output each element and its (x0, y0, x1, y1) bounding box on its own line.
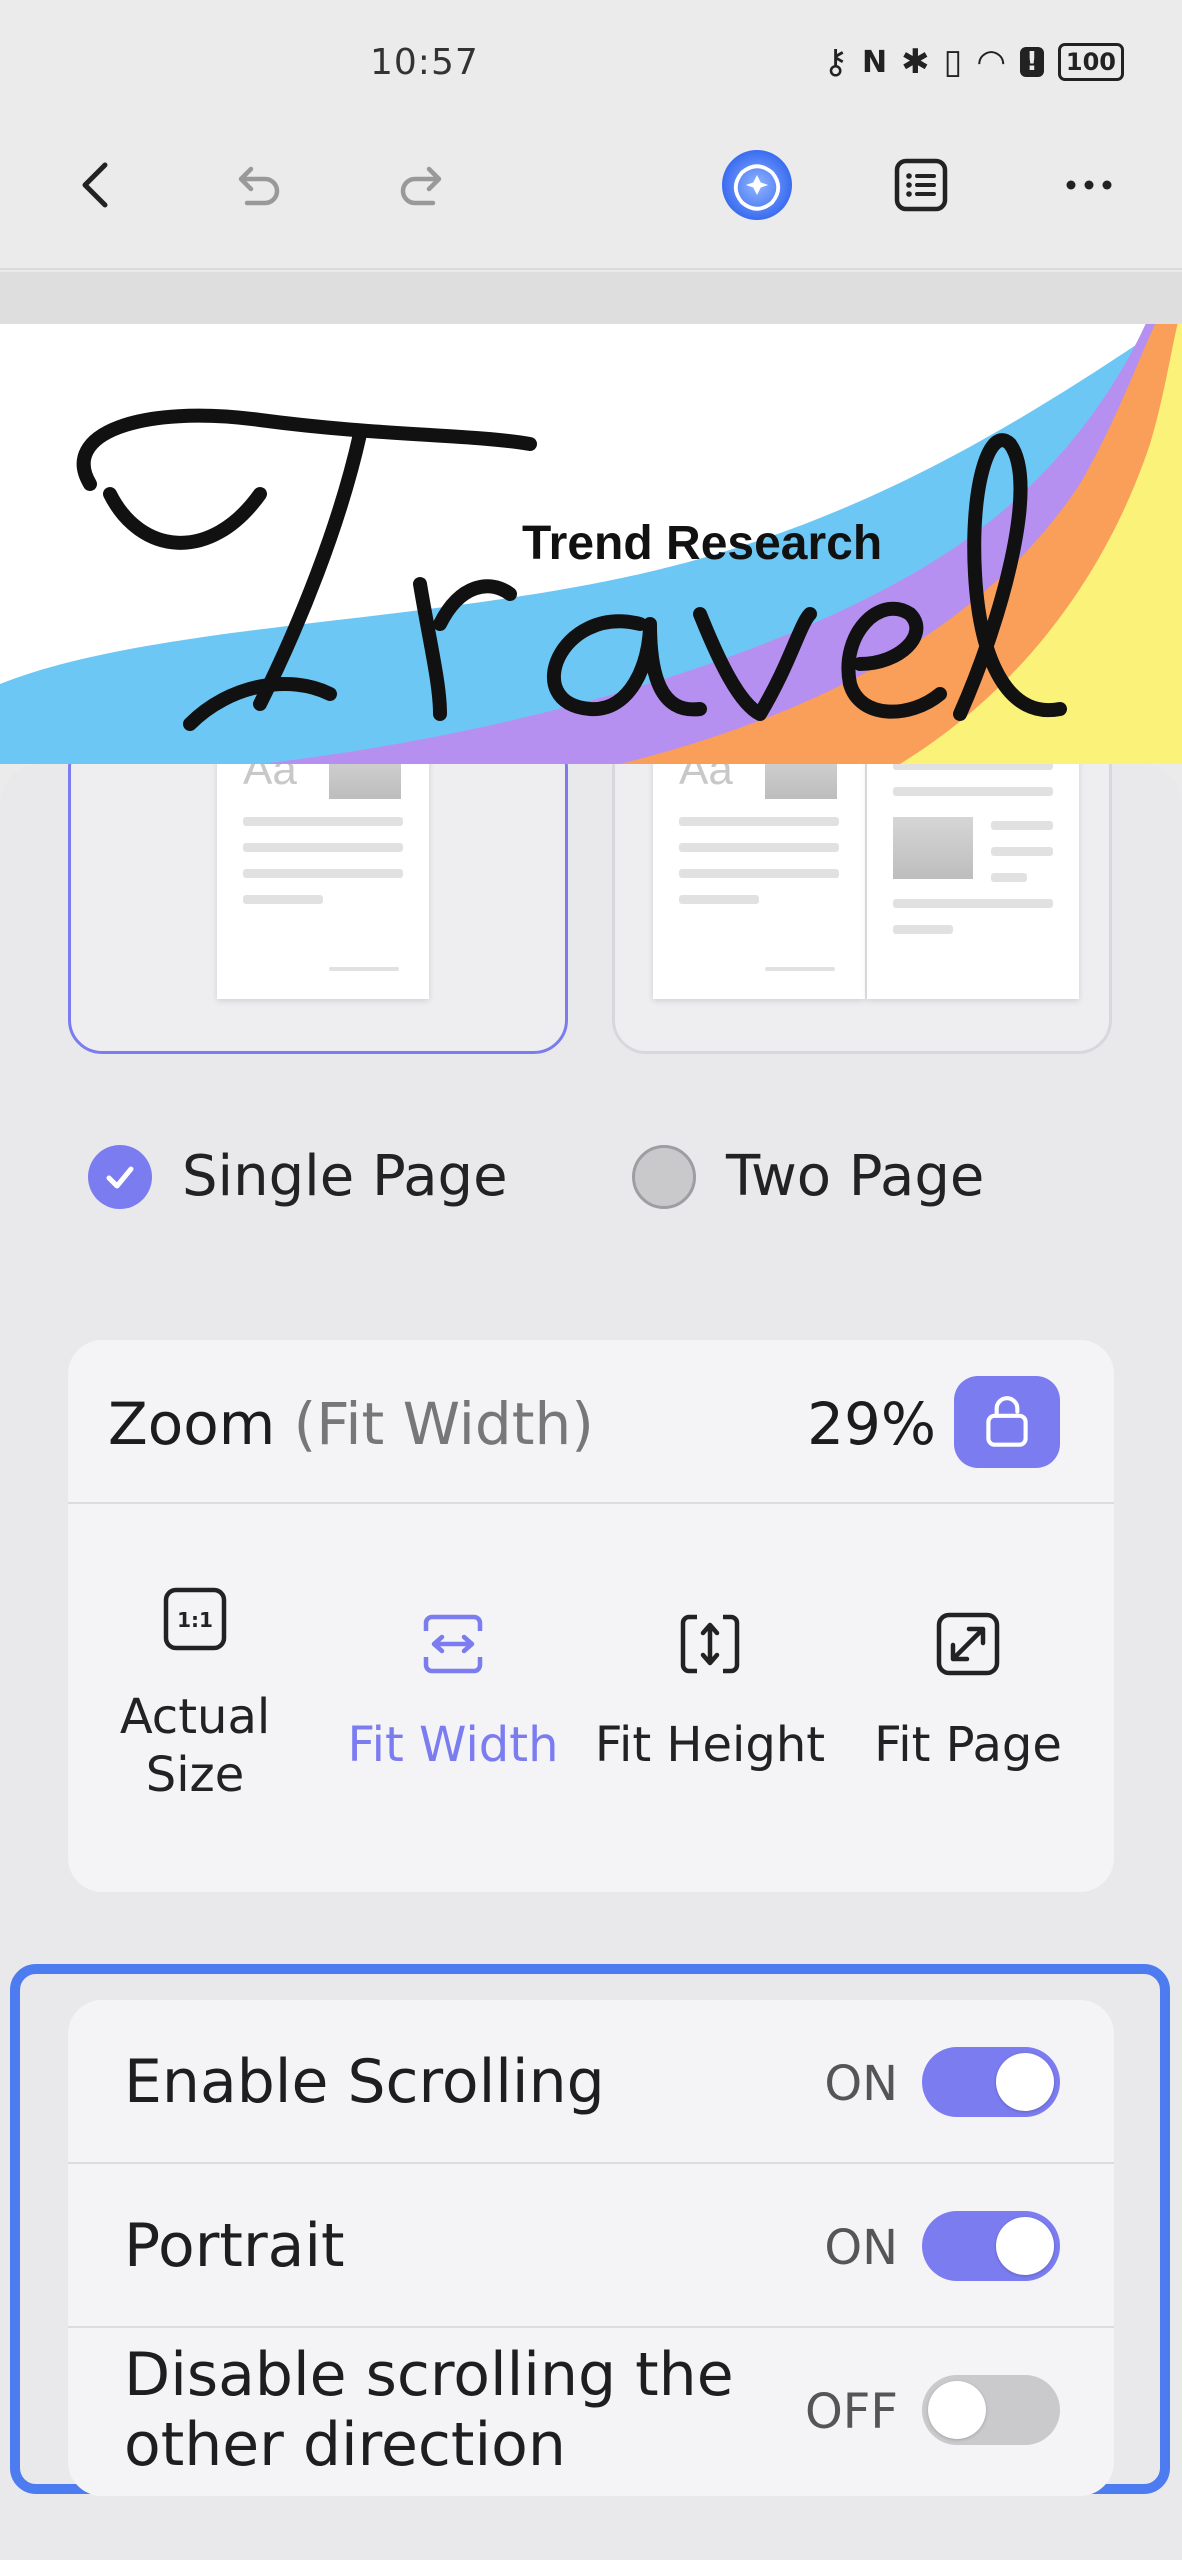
setting-portrait[interactable]: Portrait ON (68, 2164, 1114, 2328)
toggle-knob (928, 2381, 986, 2439)
disable-other-direction-state: OFF (805, 2384, 898, 2440)
toggle-knob (996, 2217, 1054, 2275)
zoom-title-label: Zoom (108, 1390, 276, 1458)
fit-page-label: Fit Page (874, 1717, 1062, 1773)
view-settings-sheet: Aa Aa Single Page Two Page Zoom (Fit Wid… (0, 764, 1182, 2560)
thumb-line (679, 895, 759, 904)
document-subtitle: Trend Research (522, 517, 883, 570)
two-page-label: Two Page (726, 1144, 985, 1209)
two-page-right-thumbnail (867, 764, 1079, 999)
thumb-aa-text: Aa (243, 764, 297, 794)
two-page-layout-card[interactable]: Aa (612, 764, 1112, 1054)
more-button[interactable] (1044, 140, 1134, 230)
wifi-icon: ◠ (976, 42, 1007, 82)
page-gap (0, 272, 1182, 324)
more-dots-icon (1066, 180, 1112, 190)
lock-icon (986, 1396, 1028, 1447)
thumb-line (893, 925, 953, 934)
single-page-label: Single Page (182, 1144, 508, 1209)
zoom-lock-button[interactable] (954, 1376, 1060, 1468)
setting-disable-other-direction[interactable]: Disable scrolling the other direction OF… (68, 2328, 1114, 2494)
fit-page-icon (936, 1612, 1000, 1676)
top-bar: 10:57 ⚷ N ✱ ▯ ◠ ! 100 (0, 0, 1182, 270)
single-page-option[interactable]: Single Page (88, 1144, 508, 1209)
thumb-image (329, 764, 401, 799)
zoom-header: Zoom (Fit Width) 29% (68, 1340, 1114, 1504)
two-page-option[interactable]: Two Page (632, 1144, 984, 1209)
thumb-line (991, 873, 1027, 882)
alert-icon: ! (1020, 47, 1044, 77)
thumb-line (679, 817, 839, 826)
thumb-aa-text: Aa (679, 764, 733, 794)
document-preview[interactable]: Trend Research (0, 324, 1182, 764)
zoom-percent: 29% (807, 1390, 936, 1458)
scroll-settings-card: Enable Scrolling ON Portrait ON Disable … (68, 2000, 1114, 2496)
radio-selected-icon[interactable] (88, 1144, 152, 1209)
bluetooth-icon: ✱ (901, 42, 930, 82)
zoom-options: 1:1 Actual Size Fit Width Fit Height Fit… (68, 1504, 1114, 1890)
thumb-line (679, 869, 839, 878)
zoom-card: Zoom (Fit Width) 29% 1:1 Actual Size Fit… (68, 1340, 1114, 1892)
ai-assistant-icon (722, 150, 792, 220)
thumb-line (243, 843, 403, 852)
undo-button[interactable] (212, 140, 302, 230)
actual-size-label: Actual Size (119, 1689, 271, 1803)
actual-size-icon: 1:1 (163, 1587, 227, 1651)
fit-height-icon (680, 1614, 740, 1674)
ai-assistant-button[interactable] (712, 140, 802, 230)
zoom-title: Zoom (Fit Width) (108, 1390, 594, 1458)
thumb-line (243, 869, 403, 878)
thumb-line (991, 847, 1053, 856)
fit-width-icon (423, 1614, 483, 1674)
chevron-left-icon (82, 162, 108, 208)
key-icon: ⚷ (823, 42, 849, 82)
enable-scrolling-label: Enable Scrolling (124, 2047, 605, 2117)
thumb-line (679, 843, 839, 852)
zoom-mode-label: (Fit Width) (293, 1390, 594, 1458)
thumb-line (991, 821, 1053, 830)
enable-scrolling-toggle[interactable] (922, 2047, 1060, 2117)
two-page-left-thumbnail: Aa (653, 764, 865, 999)
thumb-footer-line (765, 967, 835, 971)
toggle-knob (996, 2053, 1054, 2111)
thumb-line (243, 817, 403, 826)
outline-button[interactable] (876, 140, 966, 230)
nfc-icon: N (862, 44, 888, 80)
undo-icon (238, 166, 280, 206)
single-page-thumbnail: Aa (217, 764, 429, 999)
thumb-line (243, 895, 323, 904)
actual-size-glyph: 1:1 (177, 1608, 213, 1632)
thumb-footer-line (329, 967, 399, 971)
redo-button[interactable] (378, 140, 468, 230)
list-icon (894, 158, 948, 212)
status-time: 10:57 (370, 42, 479, 83)
fit-height-label: Fit Height (594, 1717, 826, 1773)
thumb-image (765, 764, 837, 799)
portrait-label: Portrait (124, 2211, 345, 2281)
thumb-image (893, 817, 973, 879)
thumb-line (893, 899, 1053, 908)
disable-other-direction-toggle[interactable] (922, 2375, 1060, 2445)
redo-icon (400, 166, 442, 206)
portrait-toggle[interactable] (922, 2211, 1060, 2281)
portrait-state: ON (824, 2220, 898, 2276)
battery-icon: 100 (1057, 43, 1124, 81)
thumb-line (893, 764, 1053, 770)
disable-other-direction-label: Disable scrolling the other direction (124, 2340, 734, 2480)
fit-width-label: Fit Width (347, 1717, 559, 1773)
vibrate-icon: ▯ (943, 42, 963, 82)
setting-enable-scrolling[interactable]: Enable Scrolling ON (68, 2000, 1114, 2164)
single-page-layout-card[interactable]: Aa (68, 764, 568, 1054)
status-icons: ⚷ N ✱ ▯ ◠ ! 100 (823, 42, 1124, 82)
radio-unselected-icon[interactable] (632, 1144, 696, 1209)
thumb-line (893, 787, 1053, 796)
enable-scrolling-state: ON (824, 2056, 898, 2112)
back-button[interactable] (52, 140, 142, 230)
